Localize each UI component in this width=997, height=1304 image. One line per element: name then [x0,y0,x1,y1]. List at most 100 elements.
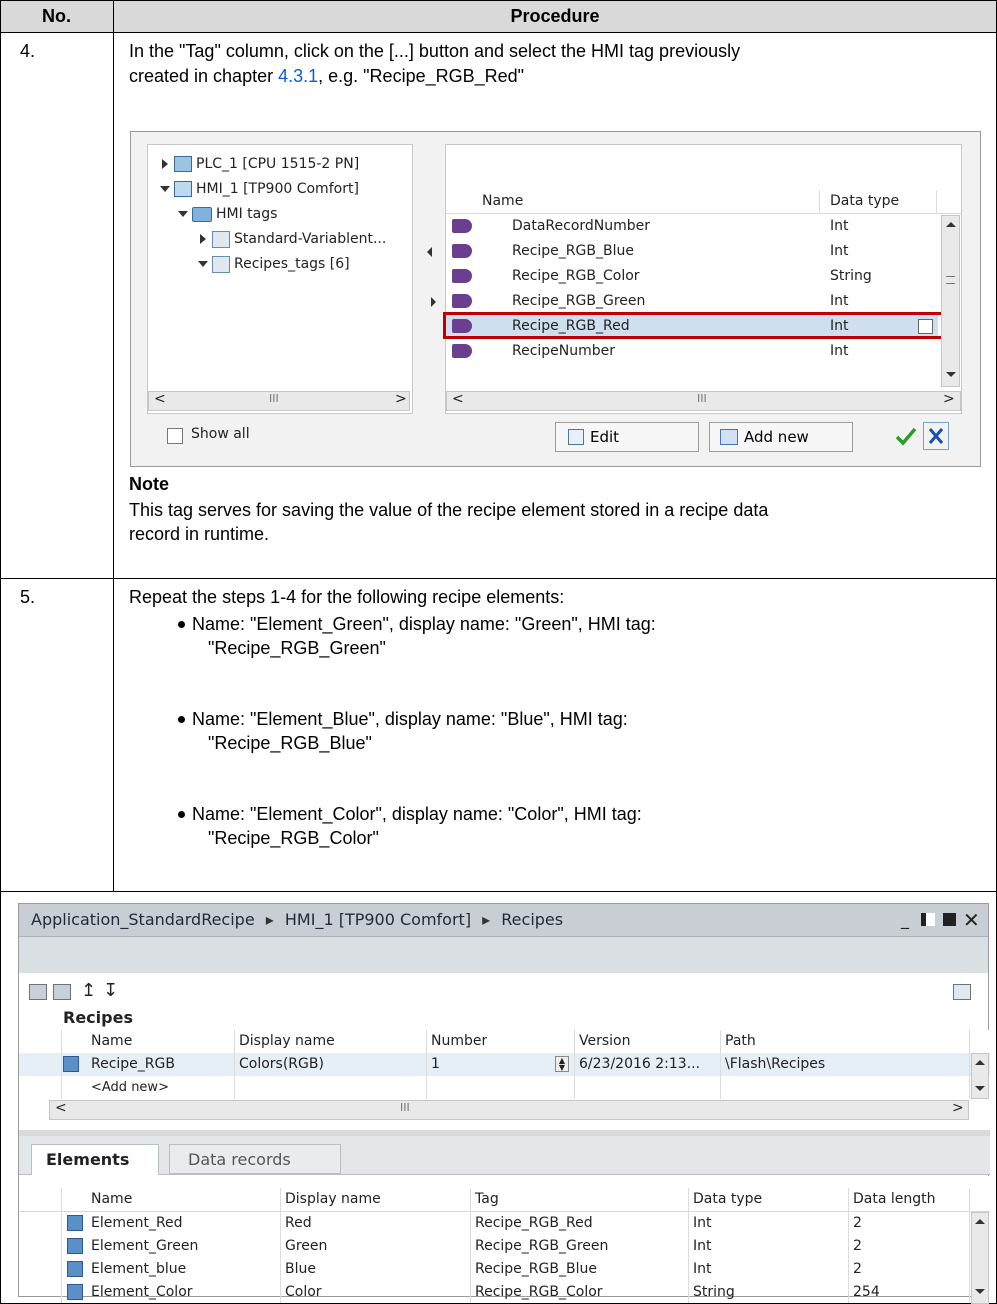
tag-row[interactable]: Recipe_RGB_Color String [446,265,938,288]
recipe-element-icon [67,1215,83,1231]
scroll-right-icon[interactable]: > [395,391,407,407]
recipe-number[interactable]: 1 [431,1053,440,1076]
scroll-left-icon[interactable]: < [154,391,166,407]
number-spinner-icon[interactable]: ▲ ▼ [555,1056,569,1072]
element-name[interactable]: Element_blue [91,1258,186,1281]
breadcrumb-project[interactable]: Application_StandardRecipe [31,910,255,929]
element-data-length[interactable]: 2 [853,1258,862,1281]
tree-item-hmi[interactable]: HMI_1 [TP900 Comfort] [148,178,412,201]
tree-horizontal-scrollbar[interactable]: < III > [148,391,410,411]
cancel-button[interactable] [923,422,949,450]
export-icon[interactable] [53,984,71,1000]
element-row[interactable]: Element_Green Green Recipe_RGB_Green Int 2 [19,1235,969,1258]
add-new-label: Add new [744,428,809,446]
recipe-display-name[interactable]: Colors(RGB) [239,1053,324,1076]
collapse-arrow-icon[interactable] [178,211,188,217]
tag-row[interactable]: Recipe_RGB_Green Int [446,290,938,313]
scroll-down-icon[interactable] [975,1289,985,1294]
tag-row[interactable]: DataRecordNumber Int [446,215,938,238]
add-new-placeholder[interactable]: <Add new> [91,1076,169,1099]
collapse-arrow-icon[interactable] [160,186,170,192]
element-data-type[interactable]: Int [693,1235,712,1258]
recipes-title: Recipes [63,1008,133,1027]
tree-item-plc[interactable]: PLC_1 [CPU 1515-2 PN] [148,153,412,176]
element-data-type[interactable]: String [693,1281,735,1304]
tree-item-standard-tags[interactable]: Standard-Variablent... [148,228,412,251]
element-tag[interactable]: Recipe_RGB_Green [475,1235,608,1258]
element-display-name[interactable]: Green [285,1235,327,1258]
confirm-button[interactable] [893,422,919,450]
element-tag[interactable]: Recipe_RGB_Blue [475,1258,597,1281]
scroll-right-icon[interactable]: > [952,1100,964,1116]
move-down-icon[interactable]: ↧ [103,980,118,1001]
float-icon[interactable] [921,913,935,926]
breadcrumb-device[interactable]: HMI_1 [TP900 Comfort] [285,910,471,929]
recipes-vertical-scrollbar[interactable] [971,1053,989,1099]
recipe-name[interactable]: Recipe_RGB [91,1053,175,1076]
element-name[interactable]: Element_Red [91,1212,183,1235]
tag-row-selected[interactable]: Recipe_RGB_Red Int [443,312,944,339]
elements-vertical-scrollbar[interactable] [971,1212,989,1304]
tag-list-pane: Name Data type DataRecordNumber Int Recipe… [443,144,962,414]
element-tag[interactable]: Recipe_RGB_Red [475,1212,593,1235]
scroll-left-icon[interactable]: < [55,1100,67,1116]
tag-list-vertical-scrollbar[interactable] [941,215,960,387]
minimize-icon[interactable]: _ [901,910,909,929]
element-row[interactable]: Element_Red Red Recipe_RGB_Red Int 2 [19,1212,969,1235]
expand-arrow-icon[interactable] [162,159,168,169]
element-data-length[interactable]: 254 [853,1281,880,1304]
tree-item-hmi-tags[interactable]: HMI tags [148,203,412,226]
edit-button[interactable]: Edit [555,422,699,452]
import-icon[interactable] [29,984,47,1000]
element-data-type[interactable]: Int [693,1212,712,1235]
tag-row[interactable]: Recipe_RGB_Blue Int [446,240,938,263]
column-version: Version [579,1033,631,1049]
scroll-left-icon[interactable]: < [452,391,464,407]
chapter-link[interactable]: 4.3.1 [278,66,318,86]
add-new-icon [720,429,738,445]
maximize-icon[interactable] [943,913,956,926]
close-icon[interactable]: ✕ [963,908,980,932]
element-data-length[interactable]: 2 [853,1212,862,1235]
scroll-down-icon[interactable] [946,372,956,377]
step-4-text-post: , e.g. "Recipe_RGB_Red" [318,66,525,86]
tree-item-label: HMI_1 [TP900 Comfort] [196,181,359,197]
element-display-name[interactable]: Red [285,1212,312,1235]
element-data-length[interactable]: 2 [853,1235,862,1258]
move-up-icon[interactable]: ↥ [81,980,96,1001]
splitter-right-icon[interactable] [431,297,436,307]
scroll-up-icon[interactable] [975,1219,985,1224]
tree-item-recipes-tags[interactable]: Recipes_tags [6] [148,253,412,276]
expand-arrow-icon[interactable] [200,234,206,244]
scroll-up-icon[interactable] [975,1060,985,1065]
checkbox-box[interactable] [167,428,183,444]
column-display-name: Display name [285,1191,381,1207]
splitter-left-icon[interactable] [427,247,432,257]
element-data-type[interactable]: Int [693,1258,712,1281]
element-tag[interactable]: Recipe_RGB_Color [475,1281,603,1304]
recipe-element-icon [67,1238,83,1254]
scroll-thumb-grip: III [400,1101,410,1114]
recipe-path[interactable]: \Flash\Recipes [725,1053,825,1076]
breadcrumb-recipes[interactable]: Recipes [501,910,563,929]
scroll-down-icon[interactable] [975,1086,985,1091]
scroll-up-icon[interactable] [946,222,956,227]
element-name[interactable]: Element_Color [91,1281,193,1304]
recipes-horizontal-scrollbar[interactable]: < III > [49,1100,969,1120]
element-display-name[interactable]: Blue [285,1258,316,1281]
tab-elements[interactable]: Elements [31,1144,159,1175]
tag-list-horizontal-scrollbar[interactable]: < III > [446,391,961,411]
tag-row[interactable]: RecipeNumber Int [446,340,938,363]
bullet-line1: Name: "Element_Green", display name: "Gr… [192,614,656,634]
element-row[interactable]: Element_Color Color Recipe_RGB_Color String… [19,1281,969,1304]
scroll-right-icon[interactable]: > [943,391,955,407]
element-row[interactable]: Element_blue Blue Recipe_RGB_Blue Int 2 [19,1258,969,1281]
recipe-row[interactable]: Recipe_RGB Colors(RGB) 1 ▲ ▼ 6/23/2016 2:… [19,1053,990,1076]
element-name[interactable]: Element_Green [91,1235,198,1258]
add-new-recipe-row[interactable]: <Add new> [19,1076,990,1099]
tab-data-records[interactable]: Data records [169,1144,341,1174]
view-options-icon[interactable] [953,984,971,1000]
add-new-button[interactable]: Add new [709,422,853,452]
collapse-arrow-icon[interactable] [198,261,208,267]
element-display-name[interactable]: Color [285,1281,322,1304]
